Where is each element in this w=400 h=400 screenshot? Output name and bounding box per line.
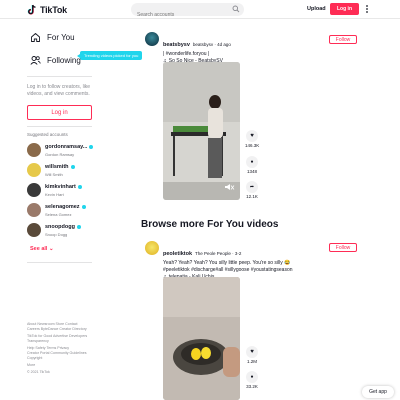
- account-name: Selena Gomez: [45, 212, 72, 217]
- post-caption: | #wonderlife.foryou |: [163, 51, 210, 57]
- verified-icon: [77, 185, 82, 189]
- verified-icon: [76, 225, 81, 229]
- like-count: 146.3K: [245, 143, 260, 148]
- video-frame: [163, 62, 240, 200]
- users-icon: [30, 56, 41, 65]
- account-name: Kevin Hart: [45, 192, 64, 197]
- home-icon: [31, 33, 40, 42]
- get-app-button[interactable]: Get app: [362, 386, 394, 398]
- search-bar[interactable]: [131, 3, 244, 22]
- heart-icon: ♥: [250, 349, 254, 355]
- tiktok-logo-icon: [27, 4, 36, 15]
- comment-action[interactable]: ● 1348: [245, 156, 259, 174]
- tiktok-logo[interactable]: TikTok: [27, 4, 67, 15]
- comment-icon: ●: [250, 159, 254, 165]
- post-header: beatsbysv beatsbysv · 4d ago | #wonderlif…: [163, 33, 313, 64]
- browse-more-title: Browse more For You videos: [141, 219, 279, 230]
- nav-for-you-label: For You: [47, 33, 75, 42]
- account-username: snoopdogg: [45, 224, 81, 230]
- suggested-account[interactable]: selenagomez Selena Gomez: [27, 202, 105, 220]
- account-name: Snoop Dogg: [45, 232, 68, 237]
- suggested-account[interactable]: kimkvinhart Kevin Hart: [27, 182, 105, 200]
- nav-following-label: Following: [47, 56, 81, 65]
- copyright: © 2021 TikTok: [27, 370, 50, 374]
- avatar: [27, 183, 41, 197]
- account-username: willsmith: [45, 164, 75, 170]
- sidebar-divider: [27, 76, 92, 77]
- account-name: Gordon Ramsay: [45, 152, 75, 157]
- like-count: 1.2M: [246, 359, 257, 364]
- post-header: peoletiktok The Peole People · 3-2 Yeah? …: [163, 242, 313, 280]
- account-name: Will Smith: [45, 172, 63, 177]
- verified-icon: [81, 205, 86, 209]
- avatar[interactable]: [145, 32, 159, 46]
- sidebar-login-button[interactable]: Log in: [27, 105, 92, 120]
- sidebar-divider: [27, 126, 92, 127]
- sidebar: For You Trending videos picked for you F…: [0, 20, 143, 400]
- post-meta: The Peole People · 3-2: [195, 251, 242, 256]
- more-options-icon[interactable]: [365, 4, 369, 14]
- follow-button[interactable]: Follow: [329, 243, 357, 252]
- comment-icon: ●: [250, 374, 254, 380]
- see-all-link[interactable]: See all ⌄: [30, 246, 54, 252]
- avatar[interactable]: [145, 241, 159, 255]
- share-icon: ➦: [249, 184, 255, 190]
- chevron-down-icon: ⌄: [48, 246, 54, 252]
- nav-following[interactable]: Following: [30, 55, 81, 66]
- comment-count: 33.2K: [246, 384, 258, 389]
- logo-text: TikTok: [40, 4, 67, 15]
- account-username: gordonramsay...: [45, 144, 94, 150]
- comment-action[interactable]: ● 33.2K: [245, 371, 259, 389]
- comment-count: 1348: [246, 169, 257, 174]
- verified-icon: [89, 145, 94, 149]
- post-meta: beatsbysv · 4d ago: [192, 42, 231, 47]
- top-bar: TikTok Upload Log in: [0, 0, 400, 22]
- avatar: [27, 223, 41, 237]
- upload-link[interactable]: Upload: [307, 6, 326, 12]
- like-action[interactable]: ♥ 146.3K: [245, 130, 259, 148]
- avatar: [27, 163, 41, 177]
- footer-line[interactable]: Transparency: [27, 339, 102, 344]
- nav-for-you[interactable]: For You: [30, 32, 75, 43]
- suggested-accounts-title: Suggested accounts: [27, 132, 68, 137]
- account-username: kimkvinhart: [45, 184, 82, 190]
- suggested-account[interactable]: gordonramsay... Gordon Ramsay: [27, 142, 105, 160]
- video-frame: [163, 277, 240, 400]
- footer-links: About Newsroom Store Contact Careers Byt…: [27, 322, 102, 375]
- post-username[interactable]: beatsbysv: [163, 42, 190, 48]
- post-username[interactable]: peoletiktok: [163, 251, 192, 257]
- footer-line[interactable]: Copyright: [27, 356, 102, 361]
- header-login-button[interactable]: Log in: [330, 3, 359, 15]
- verified-icon: [70, 165, 75, 169]
- footer-line[interactable]: More: [27, 363, 102, 368]
- suggested-account[interactable]: willsmith Will Smith: [27, 162, 105, 180]
- video-player[interactable]: [163, 277, 240, 400]
- sidebar-divider: [27, 262, 92, 263]
- search-icon[interactable]: [232, 5, 240, 13]
- account-username: selenagomez: [45, 204, 86, 210]
- like-action[interactable]: ♥ 1.2M: [245, 346, 259, 364]
- heart-icon: ♥: [250, 133, 254, 139]
- avatar: [27, 203, 41, 217]
- share-count: 12.1K: [246, 194, 258, 199]
- footer-line[interactable]: Careers ByteDance Creator Directory: [27, 327, 102, 332]
- login-prompt-text: Log in to follow creators, like videos, …: [27, 84, 91, 97]
- video-player[interactable]: [163, 62, 240, 200]
- trending-tooltip: Trending videos picked for you: [76, 51, 143, 60]
- search-input[interactable]: [131, 8, 221, 22]
- suggested-account[interactable]: snoopdogg Snoop Dogg: [27, 222, 105, 240]
- avatar: [27, 143, 41, 157]
- post-caption: Yeah? Yeah? Yeah? You silly little peep.…: [163, 260, 293, 273]
- follow-button[interactable]: Follow: [329, 35, 357, 44]
- share-action[interactable]: ➦ 12.1K: [245, 181, 259, 199]
